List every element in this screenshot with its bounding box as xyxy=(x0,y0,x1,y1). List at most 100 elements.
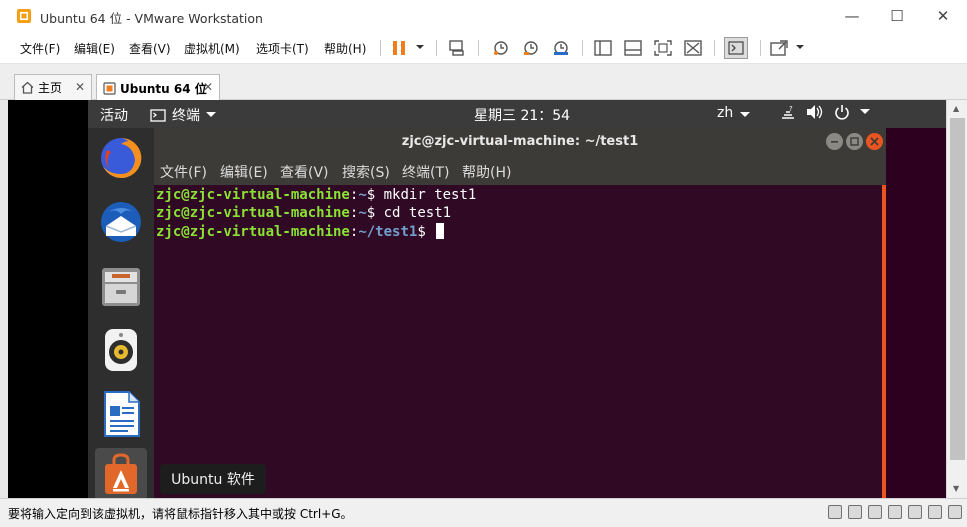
terminal-close-button[interactable] xyxy=(866,133,883,150)
tab-close-button[interactable]: ✕ xyxy=(75,80,85,94)
dock-item-thunderbird[interactable] xyxy=(95,196,147,248)
clock[interactable]: 星期三 21：54 xyxy=(474,105,570,125)
sound-icon[interactable] xyxy=(908,505,922,519)
terminal-menu-edit[interactable]: 编辑(E) xyxy=(220,162,268,182)
dock-item-ubuntu-software[interactable] xyxy=(95,448,147,498)
pause-icon[interactable] xyxy=(388,38,410,58)
tab-close-button[interactable]: ✕ xyxy=(203,80,213,94)
terminal-output[interactable]: zjc@zjc-virtual-machine:~$ mkdir test1 z… xyxy=(154,185,882,498)
gnome-topbar: 活动 终端 星期三 21：54 zh ? xyxy=(88,100,946,128)
menubar: 文件(F) 编辑(E) 查看(V) 虚拟机(M) 选项卡(T) 帮助(H) xyxy=(0,32,967,64)
dock-item-writer[interactable] xyxy=(95,388,147,440)
app-menu-label: 终端 xyxy=(172,108,200,124)
viewport-edge xyxy=(0,100,8,498)
tab-bar: 主页 ✕ Ubuntu 64 位 ✕ xyxy=(0,64,967,101)
dock-item-files[interactable] xyxy=(95,260,147,312)
maximize-button[interactable]: ☐ xyxy=(879,4,915,28)
snapshot-manager-icon[interactable] xyxy=(550,38,572,58)
ubuntu-dock xyxy=(88,128,154,498)
terminal-menu-help[interactable]: 帮助(H) xyxy=(462,162,511,182)
sidebar-icon[interactable] xyxy=(592,38,614,58)
usb-icon[interactable] xyxy=(888,505,902,519)
chevron-down-icon xyxy=(860,109,870,114)
toolbar-separator xyxy=(478,40,479,56)
toolbar-separator xyxy=(436,40,437,56)
scroll-down-icon[interactable]: ▼ xyxy=(953,484,959,493)
terminal-menu-terminal[interactable]: 终端(T) xyxy=(402,162,449,182)
chevron-down-icon xyxy=(206,112,216,117)
ubuntu-software-icon xyxy=(105,453,137,494)
menu-help[interactable]: 帮助(H) xyxy=(324,40,366,57)
tab-home[interactable]: 主页 ✕ xyxy=(14,74,92,100)
scroll-up-icon[interactable]: ▲ xyxy=(953,104,959,113)
terminal-command: mkdir test1 xyxy=(375,187,477,203)
dock-item-firefox[interactable] xyxy=(95,132,147,184)
chevron-down-icon[interactable] xyxy=(795,42,805,52)
terminal-app-icon xyxy=(150,108,166,122)
vm-icon xyxy=(103,81,116,95)
menu-tabs[interactable]: 选项卡(T) xyxy=(256,40,309,57)
dock-item-rhythmbox[interactable] xyxy=(95,324,147,376)
activities-button[interactable]: 活动 xyxy=(100,105,128,125)
stretch-icon[interactable] xyxy=(768,38,790,58)
terminal-menubar: 文件(F) 编辑(E) 查看(V) 搜索(S) 终端(T) 帮助(H) xyxy=(154,156,886,185)
firefox-icon xyxy=(101,137,142,178)
harddisk-icon[interactable] xyxy=(828,505,842,519)
vmware-app-icon xyxy=(17,9,31,23)
network-adapter-icon[interactable] xyxy=(868,505,882,519)
fullscreen-icon[interactable] xyxy=(652,38,674,58)
toolbar-separator xyxy=(582,40,583,56)
terminal-maximize-button[interactable] xyxy=(846,133,863,150)
revert-snapshot-icon[interactable] xyxy=(520,38,542,58)
snapshot-icon[interactable] xyxy=(490,38,512,58)
dock-tooltip: Ubuntu 软件 xyxy=(160,464,266,494)
volume-icon xyxy=(807,105,823,119)
minimize-button[interactable]: — xyxy=(834,4,870,28)
status-text: 要将输入定向到该虚拟机，请将鼠标指针移入其中或按 Ctrl+G。 xyxy=(8,507,353,521)
power-icon xyxy=(835,105,849,120)
chevron-down-icon[interactable] xyxy=(415,42,425,52)
message-icon[interactable] xyxy=(948,505,962,519)
status-bar: 要将输入定向到该虚拟机，请将鼠标指针移入其中或按 Ctrl+G。 xyxy=(0,498,967,527)
scrollbar-thumb[interactable] xyxy=(950,118,965,460)
ubuntu-desktop[interactable]: 活动 终端 星期三 21：54 zh ? zjc@zjc-virtual-mac… xyxy=(88,100,946,498)
menu-vm[interactable]: 虚拟机(M) xyxy=(184,40,240,57)
vertical-scrollbar[interactable]: ▲ ▼ xyxy=(946,100,967,498)
cdrom-icon[interactable] xyxy=(848,505,862,519)
terminal-command: cd test1 xyxy=(375,205,452,221)
app-menu[interactable]: 终端 xyxy=(150,105,216,125)
tab-ubuntu[interactable]: Ubuntu 64 位 ✕ xyxy=(96,74,220,101)
chevron-down-icon xyxy=(740,112,750,117)
terminal-menu-file[interactable]: 文件(F) xyxy=(160,162,207,182)
system-tray[interactable]: ? xyxy=(780,104,870,120)
window-titlebar: Ubuntu 64 位 - VMware Workstation — ☐ ✕ xyxy=(0,0,967,32)
menu-file[interactable]: 文件(F) xyxy=(20,40,60,57)
toolbar-separator xyxy=(714,40,715,56)
unity-icon[interactable] xyxy=(682,38,704,58)
menu-edit[interactable]: 编辑(E) xyxy=(74,40,115,57)
terminal-titlebar[interactable]: zjc@zjc-virtual-machine: ~/test1 xyxy=(154,128,886,156)
send-ctrl-alt-del-icon[interactable] xyxy=(446,38,468,58)
terminal-minimize-button[interactable] xyxy=(826,133,843,150)
rhythmbox-icon xyxy=(105,329,137,371)
terminal-line: zjc@zjc-virtual-machine:~$ cd test1 xyxy=(156,205,452,221)
terminal-line: zjc@zjc-virtual-machine:~/test1$ xyxy=(156,223,882,241)
terminal-line: zjc@zjc-virtual-machine:~$ mkdir test1 xyxy=(156,187,477,203)
terminal-title: zjc@zjc-virtual-machine: ~/test1 xyxy=(401,134,639,149)
terminal-window[interactable]: zjc@zjc-virtual-machine: ~/test1 文件(F) 编… xyxy=(154,128,886,498)
tab-label: Ubuntu 64 位 xyxy=(120,81,207,96)
input-language[interactable]: zh xyxy=(717,105,733,121)
terminal-menu-search[interactable]: 搜索(S) xyxy=(342,162,390,182)
menu-view[interactable]: 查看(V) xyxy=(129,40,171,57)
toolbar-separator xyxy=(760,40,761,56)
terminal-scrollbar[interactable] xyxy=(882,185,886,498)
console-icon[interactable] xyxy=(724,37,748,59)
files-icon xyxy=(102,268,140,306)
thumbnail-icon[interactable] xyxy=(622,38,644,58)
display-icon[interactable] xyxy=(928,505,942,519)
terminal-menu-view[interactable]: 查看(V) xyxy=(280,162,329,182)
thunderbird-icon xyxy=(101,202,141,242)
svg-text:?: ? xyxy=(789,105,793,113)
close-button[interactable]: ✕ xyxy=(925,4,961,28)
writer-icon xyxy=(104,391,140,437)
